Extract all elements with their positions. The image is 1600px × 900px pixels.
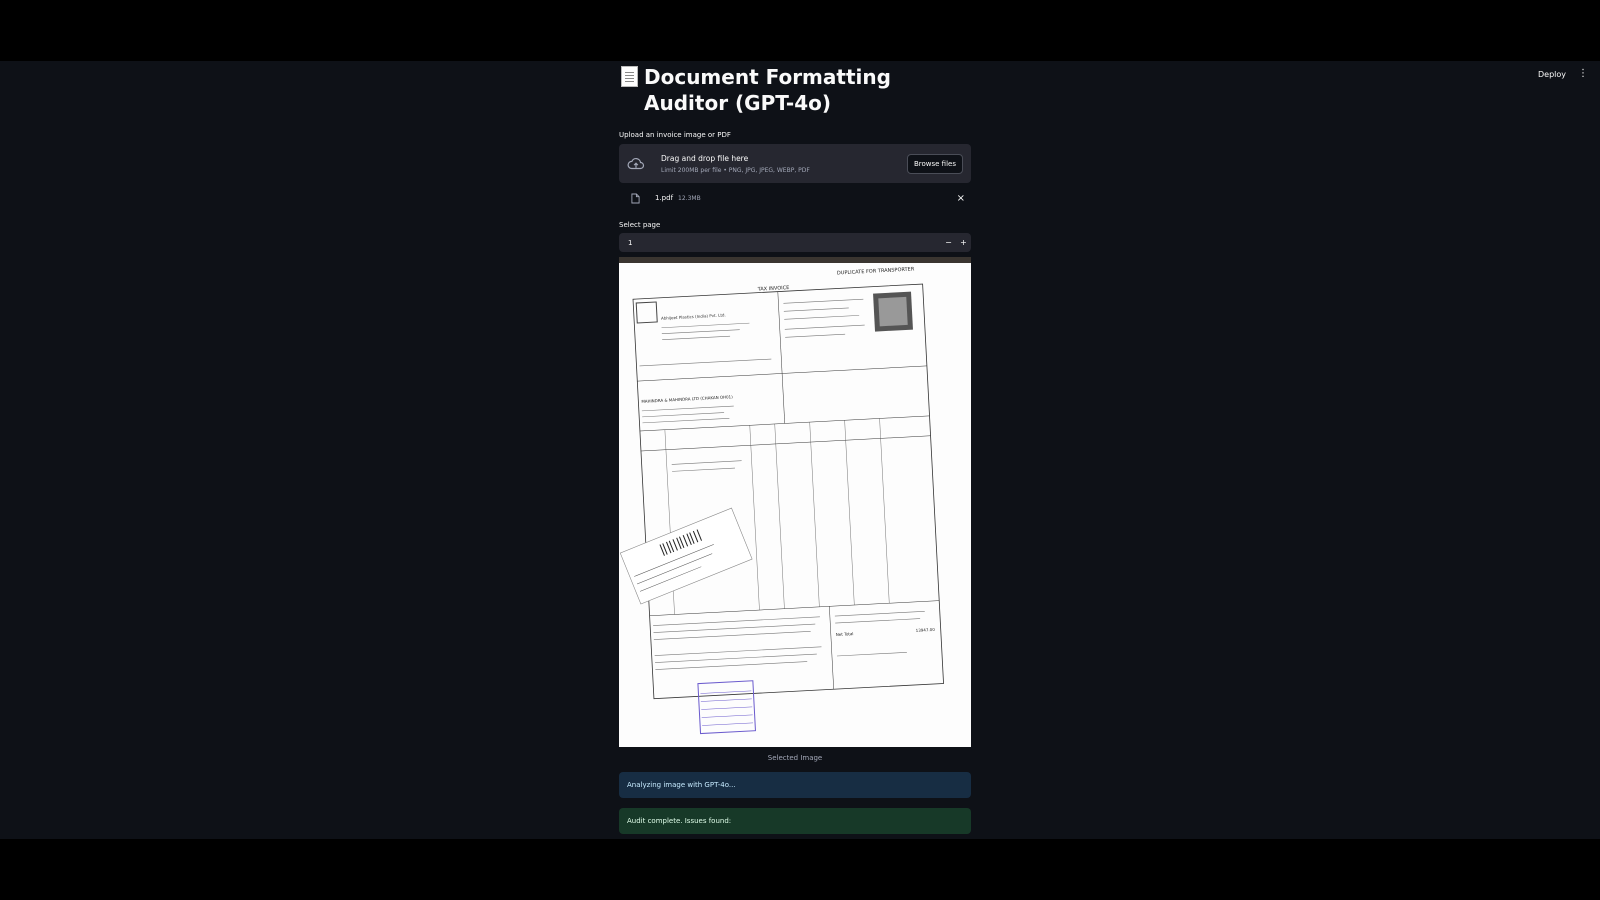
page-number-input[interactable]: 1 − + <box>619 233 971 252</box>
file-dropzone[interactable]: Drag and drop file here Limit 200MB per … <box>619 144 971 183</box>
file-icon <box>631 193 640 203</box>
cloud-upload-icon <box>627 157 645 169</box>
image-caption: Selected Image <box>767 754 823 762</box>
main-content: Document Formatting Auditor (GPT-4o) Upl… <box>619 61 971 834</box>
uploaded-file-name: 1.pdf <box>655 194 674 202</box>
document-icon <box>621 66 638 87</box>
page-number-value[interactable]: 1 <box>619 239 941 247</box>
dropzone-limit: Limit 200MB per file • PNG, JPG, JPEG, W… <box>661 166 810 174</box>
increment-button[interactable]: + <box>956 238 971 247</box>
analyzing-info-alert: Analyzing image with GPT-4o... <box>619 772 971 798</box>
selected-invoice-image: TAX INVOICE DUPLICATE FOR TRANSPORTER Ab… <box>619 257 971 747</box>
browse-files-button[interactable]: Browse files <box>906 153 963 174</box>
uploader-label: Upload an invoice image or PDF <box>619 131 731 139</box>
audit-success-alert: Audit complete. Issues found: <box>619 808 971 834</box>
select-page-label: Select page <box>619 221 661 229</box>
remove-file-button[interactable]: × <box>957 193 965 204</box>
app-container: Deploy ⋮ Document Formatting Auditor (GP… <box>0 61 1600 839</box>
invoice-net-total-label: Net Total <box>836 631 854 637</box>
dropzone-title: Drag and drop file here <box>661 153 749 163</box>
invoice-scan: TAX INVOICE DUPLICATE FOR TRANSPORTER Ab… <box>619 266 944 735</box>
dropzone-text: Drag and drop file here Limit 200MB per … <box>661 154 907 174</box>
invoice-copy-label: DUPLICATE FOR TRANSPORTER <box>837 266 915 276</box>
invoice-supplier: Abhijeet Plastics (India) Pvt. Ltd. <box>661 312 726 320</box>
page-title-text: Document Formatting Auditor (GPT-4o) <box>644 65 891 115</box>
uploaded-file-size: 12.3MB <box>678 194 701 202</box>
invoice-net-total-value: 13947.00 <box>916 627 936 633</box>
deploy-button[interactable]: Deploy <box>1538 70 1566 79</box>
uploaded-file-row: 1.pdf 12.3MB × <box>619 183 971 213</box>
page-title: Document Formatting Auditor (GPT-4o) <box>619 61 971 116</box>
top-toolbar: Deploy ⋮ <box>1538 69 1588 79</box>
decrement-button[interactable]: − <box>941 238 956 247</box>
invoice-recipient: MAHINDRA & MAHINDRA LTD (CHAKAN OH01) <box>641 394 733 404</box>
kebab-menu-icon[interactable]: ⋮ <box>1578 69 1588 79</box>
